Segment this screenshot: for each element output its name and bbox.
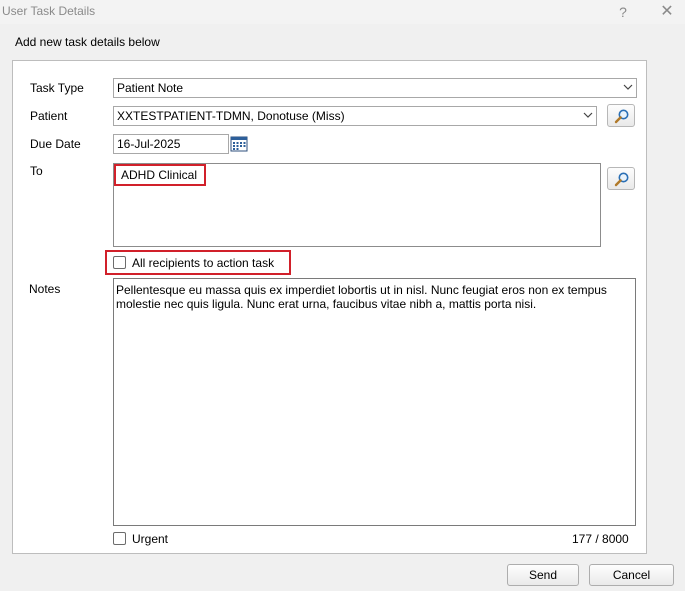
task-type-value: Patient Note [117, 81, 184, 95]
task-type-select[interactable]: Patient Note [113, 78, 637, 98]
notes-text: Pellentesque eu massa quis ex imperdiet … [116, 283, 607, 311]
patient-search-button[interactable] [607, 104, 635, 127]
patient-value: XXTESTPATIENT-TDMN, Donotuse (Miss) [117, 109, 345, 123]
due-date-input[interactable]: 16-Jul-2025 [113, 134, 229, 154]
character-count: 177 / 8000 [572, 532, 629, 546]
all-recipients-label: All recipients to action task [132, 256, 275, 270]
chevron-down-icon [583, 112, 593, 118]
title-bar: User Task Details ? ✕ [0, 0, 685, 24]
task-type-label: Task Type [30, 81, 84, 95]
recipient-search-button[interactable] [607, 167, 635, 190]
notes-label: Notes [29, 282, 61, 296]
all-recipients-checkbox[interactable] [113, 256, 126, 269]
calendar-icon[interactable] [229, 134, 249, 154]
window-title: User Task Details [2, 4, 96, 18]
magnifier-icon [614, 172, 629, 187]
urgent-label: Urgent [132, 532, 169, 546]
close-button[interactable]: ✕ [654, 2, 680, 22]
patient-select[interactable]: XXTESTPATIENT-TDMN, Donotuse (Miss) [113, 106, 597, 126]
due-date-value: 16-Jul-2025 [117, 137, 181, 151]
notes-textarea[interactable]: Pellentesque eu massa quis ex imperdiet … [113, 278, 636, 526]
send-button[interactable]: Send [507, 564, 579, 586]
to-recipient-item[interactable]: ADHD Clinical [121, 168, 197, 182]
patient-label: Patient [30, 109, 68, 123]
header-area: Add new task details below [0, 24, 685, 57]
magnifier-icon [614, 109, 629, 124]
cancel-button[interactable]: Cancel [589, 564, 674, 586]
urgent-checkbox[interactable] [113, 532, 126, 545]
help-button[interactable]: ? [610, 2, 636, 22]
to-label: To [30, 164, 43, 178]
chevron-down-icon [623, 84, 633, 90]
due-date-label: Due Date [30, 137, 81, 151]
dialog-subtitle: Add new task details below [15, 35, 160, 49]
